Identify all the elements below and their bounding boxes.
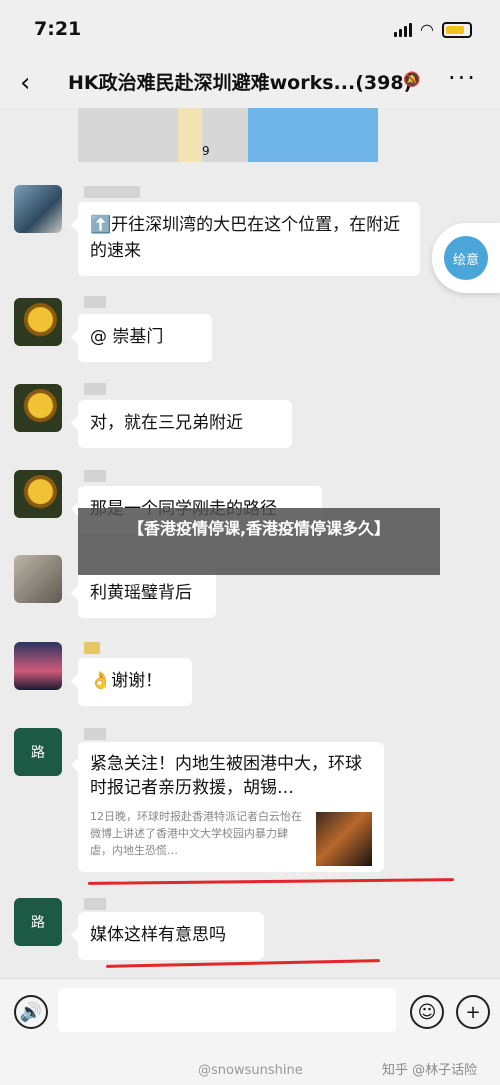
title-banner: 【香港疫情停课,香港疫情停课多久】 xyxy=(78,508,440,575)
link-card-thumbnail xyxy=(316,812,372,866)
battery-icon xyxy=(442,21,472,38)
message-bubble[interactable]: 对，就在三兄弟附近 xyxy=(71,400,292,448)
plus-icon[interactable]: + xyxy=(456,995,490,1029)
mute-icon: 🔕 xyxy=(403,72,421,88)
message-text: 对，就在三兄弟附近 xyxy=(90,413,243,433)
status-icons: ◠ xyxy=(394,20,472,39)
avatar[interactable]: 路 xyxy=(14,728,62,776)
avatar[interactable]: 路 xyxy=(14,898,62,946)
sender-name xyxy=(84,296,106,308)
floating-button-icon: 绘意 xyxy=(444,236,488,280)
map-label: 9 xyxy=(202,144,210,158)
input-bar: 🔊 ☺ + @snowsunshine 知乎 @林子话险 xyxy=(0,978,500,1085)
status-bar: 7:21 ◠ xyxy=(0,0,500,56)
watermark-zhihu: 知乎 @林子话险 xyxy=(382,1063,478,1078)
more-icon[interactable]: ··· xyxy=(448,64,477,92)
chat-header: ‹ HK政治难民赴深圳避难works...(398) 🔕 ··· xyxy=(0,56,500,108)
sender-name xyxy=(84,898,106,910)
avatar[interactable] xyxy=(14,555,62,603)
map-preview[interactable]: 9 xyxy=(78,108,378,162)
message-bubble[interactable]: 媒体这样有意思吗 xyxy=(71,912,264,960)
red-underline xyxy=(105,959,381,968)
sender-name xyxy=(84,470,106,482)
avatar[interactable] xyxy=(14,470,62,518)
sender-name xyxy=(84,642,100,654)
avatar[interactable] xyxy=(14,384,62,432)
map-road xyxy=(178,108,202,162)
message-bubble[interactable]: @ 崇基门 xyxy=(71,314,212,362)
emoji-icon[interactable]: ☺ xyxy=(410,995,444,1029)
sender-name xyxy=(84,186,140,198)
link-card-title: 紧急关注！内地生被困港中大，环球时报记者亲历救援，胡锡… xyxy=(90,754,362,798)
sender-name xyxy=(84,728,106,740)
red-underline xyxy=(87,878,455,885)
avatar[interactable] xyxy=(14,642,62,690)
message-text: 利黄瑶璧背后 xyxy=(90,583,192,603)
message-text: 媒体这样有意思吗 xyxy=(90,925,226,945)
watermark: @snowsunshine xyxy=(198,1063,303,1078)
status-time: 7:21 xyxy=(34,18,82,40)
avatar[interactable] xyxy=(14,185,62,233)
link-card[interactable]: 紧急关注！内地生被困港中大，环球时报记者亲历救援，胡锡… 12日晚，环球时报赴香… xyxy=(71,742,384,872)
avatar[interactable] xyxy=(14,298,62,346)
message-bubble[interactable]: 👌谢谢！ xyxy=(71,658,192,706)
message-bubble[interactable]: ⬆️开往深圳湾的大巴在这个位置，在附近的速来 xyxy=(71,202,420,276)
map-water xyxy=(248,108,378,162)
chat-title: HK政治难民赴深圳避难works...(398) xyxy=(68,72,413,94)
link-card-description: 12日晚，环球时报赴香港特派记者白云怡在微博上讲述了香港中文大学校园内暴力肆虐，… xyxy=(90,810,302,857)
message-bubble[interactable]: 利黄瑶璧背后 xyxy=(71,570,216,618)
message-text: @ 崇基门 xyxy=(90,327,164,347)
voice-icon[interactable]: 🔊 xyxy=(14,995,48,1029)
back-icon[interactable]: ‹ xyxy=(20,68,30,98)
message-text: 👌谢谢！ xyxy=(90,671,163,691)
message-input[interactable] xyxy=(58,988,396,1032)
floating-button[interactable]: 绘意 xyxy=(432,223,500,293)
sender-name xyxy=(84,383,106,395)
signal-icon xyxy=(394,22,413,37)
message-text: ⬆️开往深圳湾的大巴在这个位置，在附近的速来 xyxy=(90,215,401,261)
wifi-icon: ◠ xyxy=(420,20,434,39)
